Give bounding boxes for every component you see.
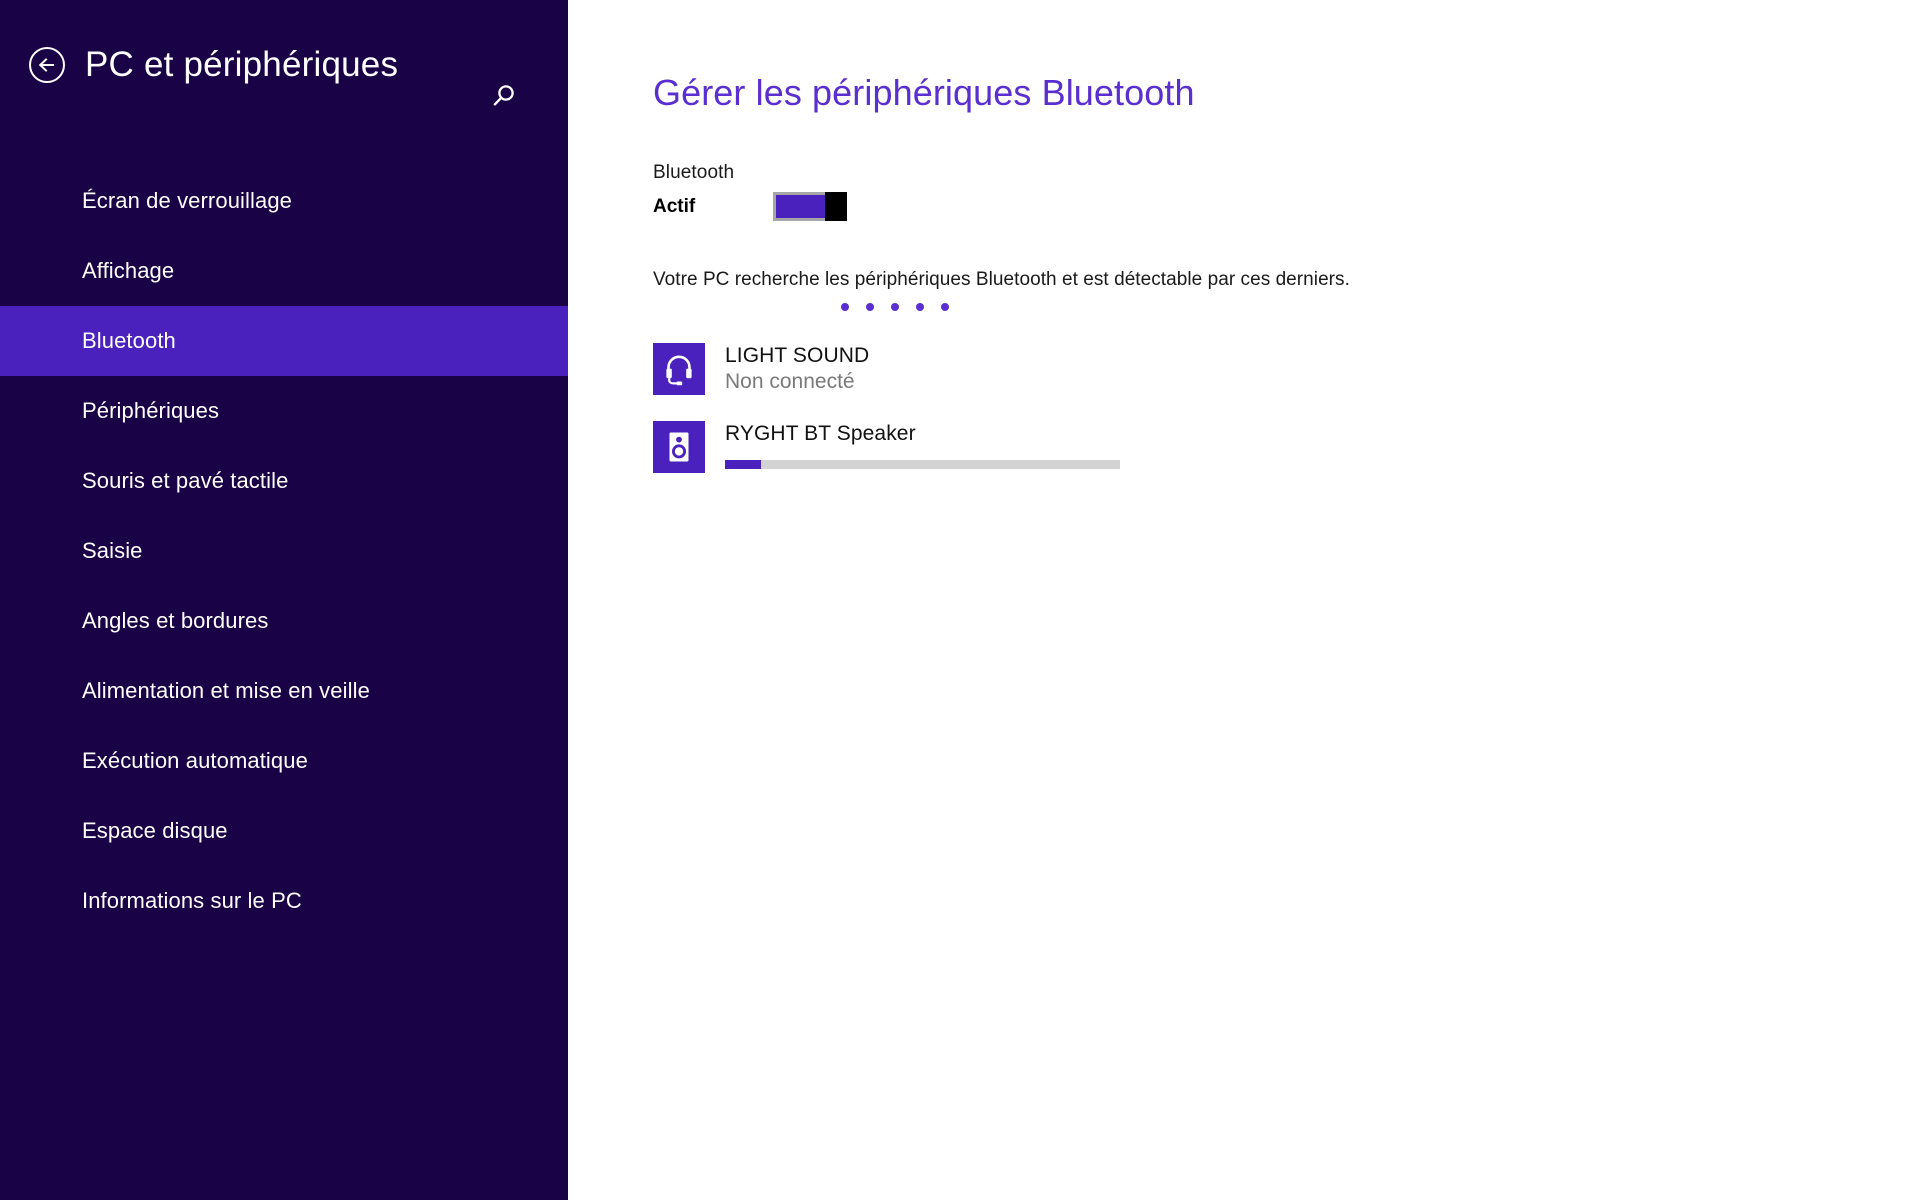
sidebar-header: PC et périphériques (0, 0, 568, 130)
list-item[interactable]: RYGHT BT Speaker (653, 421, 1920, 473)
bluetooth-device-list: LIGHT SOUND Non connecté RYGHT BT Speake… (653, 343, 1920, 473)
sidebar-nav: Écran de verrouillage Affichage Bluetoot… (0, 166, 568, 936)
discovery-status-text: Votre PC recherche les périphériques Blu… (653, 269, 1350, 290)
loading-dot (941, 303, 949, 311)
bluetooth-toggle-block: Bluetooth Actif (653, 162, 1920, 221)
search-icon[interactable] (486, 80, 520, 114)
loading-dots (841, 303, 1920, 311)
loading-dot (841, 303, 849, 311)
sidebar-item-ecran-de-verrouillage[interactable]: Écran de verrouillage (0, 166, 568, 236)
sidebar-item-label: Angles et bordures (82, 608, 269, 633)
sidebar-item-espace-disque[interactable]: Espace disque (0, 796, 568, 866)
device-name: LIGHT SOUND (725, 344, 870, 367)
main-content: Gérer les périphériques Bluetooth Blueto… (568, 0, 1920, 1200)
sidebar-item-informations-sur-le-pc[interactable]: Informations sur le PC (0, 866, 568, 936)
sidebar-item-label: Informations sur le PC (82, 888, 302, 913)
content-heading: Gérer les périphériques Bluetooth (653, 72, 1195, 113)
bluetooth-toggle-row: Actif (653, 192, 1920, 221)
loading-dot (891, 303, 899, 311)
sidebar-item-peripheriques[interactable]: Périphériques (0, 376, 568, 446)
sidebar-item-execution-automatique[interactable]: Exécution automatique (0, 726, 568, 796)
device-info: RYGHT BT Speaker (725, 421, 1120, 469)
headset-icon (653, 343, 705, 395)
sidebar-item-label: Bluetooth (82, 328, 176, 353)
bluetooth-toggle-state-label: Actif (653, 195, 696, 217)
sidebar-item-label: Écran de verrouillage (82, 188, 292, 213)
bluetooth-toggle-switch[interactable] (773, 192, 847, 221)
sidebar-item-saisie[interactable]: Saisie (0, 516, 568, 586)
settings-screen: PC et périphériques Écran de verrouillag… (0, 0, 1920, 1200)
sidebar-item-label: Périphériques (82, 398, 220, 423)
sidebar-item-alimentation-et-mise-en-veille[interactable]: Alimentation et mise en veille (0, 656, 568, 726)
sidebar-item-bluetooth[interactable]: Bluetooth (0, 306, 568, 376)
toggle-thumb (825, 192, 847, 221)
device-name: RYGHT BT Speaker (725, 422, 916, 445)
sidebar-item-souris-et-pave-tactile[interactable]: Souris et pavé tactile (0, 446, 568, 516)
loading-dot (866, 303, 874, 311)
sidebar-item-label: Souris et pavé tactile (82, 468, 289, 493)
sidebar-item-label: Affichage (82, 258, 175, 283)
loading-dot (916, 303, 924, 311)
back-arrow-circle-icon[interactable] (25, 43, 69, 87)
sidebar-item-label: Saisie (82, 538, 143, 563)
sidebar: PC et périphériques Écran de verrouillag… (0, 0, 568, 1200)
sidebar-item-label: Exécution automatique (82, 748, 308, 773)
sidebar-item-angles-et-bordures[interactable]: Angles et bordures (0, 586, 568, 656)
sidebar-item-label: Alimentation et mise en veille (82, 678, 370, 703)
pairing-progress-bar (725, 460, 1120, 469)
device-status: Non connecté (725, 370, 855, 393)
bluetooth-toggle-caption: Bluetooth (653, 162, 735, 183)
page-title: PC et périphériques (85, 45, 399, 84)
sidebar-item-label: Espace disque (82, 818, 228, 843)
device-info: LIGHT SOUND Non connecté (725, 343, 1120, 394)
speaker-icon (653, 421, 705, 473)
list-item[interactable]: LIGHT SOUND Non connecté (653, 343, 1920, 395)
pairing-progress-fill (725, 460, 761, 469)
sidebar-item-affichage[interactable]: Affichage (0, 236, 568, 306)
